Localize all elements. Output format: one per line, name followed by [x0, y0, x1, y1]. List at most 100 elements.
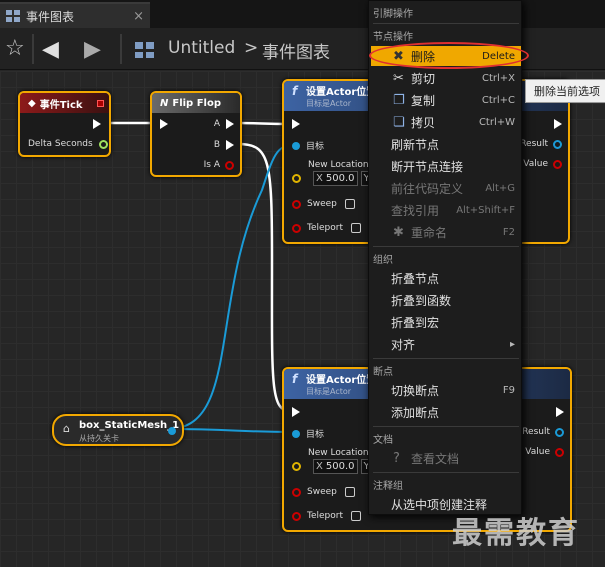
- menu-item-label: 前往代码定义: [391, 181, 464, 196]
- menu-item-delete[interactable]: ✖ 删除 Delete: [371, 46, 521, 66]
- back-arrow-icon[interactable]: ◀: [42, 37, 59, 62]
- menu-item-break-links[interactable]: 断开节点连接: [371, 156, 521, 176]
- menu-item-label: 拷贝: [411, 115, 436, 130]
- return-value-pin[interactable]: n Value: [517, 447, 564, 457]
- menu-divider: [373, 358, 519, 359]
- menu-item-cut[interactable]: ✂ 剪切 Ctrl+X: [371, 68, 521, 88]
- menu-item-toggle-breakpoint[interactable]: 切换断点 F9: [371, 380, 521, 400]
- new-location-pin[interactable]: X 500.0 Y: [292, 171, 371, 186]
- tab-event-graph[interactable]: 事件图表 ×: [0, 2, 150, 28]
- sweep-pin[interactable]: Sweep: [292, 199, 355, 209]
- menu-item-refresh-nodes[interactable]: 刷新节点: [371, 134, 521, 154]
- breadcrumb-root[interactable]: Untitled: [168, 38, 235, 58]
- bool-pin-icon[interactable]: [292, 223, 301, 233]
- struct-pin-icon[interactable]: [555, 427, 564, 437]
- star-icon[interactable]: ☆: [5, 36, 25, 61]
- menu-item-collapse-nodes[interactable]: 折叠节点: [371, 268, 521, 288]
- x-value-input[interactable]: X 500.0: [313, 171, 358, 186]
- actor-icon: ⌂: [63, 422, 70, 435]
- menu-item-copy[interactable]: ❐ 复制 Ctrl+C: [371, 90, 521, 110]
- menu-item-label: 重命名: [411, 225, 448, 240]
- target-pin[interactable]: 目标: [292, 139, 324, 152]
- bool-pin-icon[interactable]: [225, 160, 234, 170]
- menu-item-label: 折叠到宏: [391, 315, 440, 330]
- object-pin-icon[interactable]: [292, 141, 300, 150]
- sweep-checkbox[interactable]: [344, 199, 355, 209]
- bool-pin-icon[interactable]: [553, 159, 562, 169]
- help-icon: ?: [393, 450, 400, 466]
- close-icon[interactable]: ×: [133, 9, 144, 24]
- bool-pin-icon[interactable]: [555, 447, 564, 457]
- menu-item-collapse-to-function[interactable]: 折叠到函数: [371, 290, 521, 310]
- bool-pin-icon[interactable]: [292, 511, 301, 521]
- new-location-pin[interactable]: X 500.0 Y: [292, 459, 371, 474]
- teleport-checkbox[interactable]: [351, 223, 361, 233]
- graph-icon: [6, 10, 20, 22]
- pin-is-a[interactable]: Is A: [204, 160, 234, 170]
- teleport-pin[interactable]: Teleport: [292, 511, 361, 521]
- struct-pin-icon[interactable]: [553, 139, 562, 149]
- pin-label: 目标: [306, 142, 325, 152]
- exec-out-pin[interactable]: [554, 119, 562, 129]
- pin-a[interactable]: A: [214, 119, 234, 129]
- menu-item-view-documentation[interactable]: ? 查看文档: [371, 448, 521, 468]
- menu-item-align[interactable]: 对齐 ▸: [371, 334, 521, 354]
- event-tick-node[interactable]: ◆ 事件Tick Delta Seconds: [18, 91, 111, 157]
- exec-in-pin[interactable]: [160, 119, 168, 129]
- bool-pin-icon[interactable]: [292, 199, 301, 209]
- pin-label: Teleport: [307, 223, 343, 233]
- menu-item-label: 查看文档: [411, 451, 460, 466]
- menu-item-shortcut: Delete: [482, 50, 515, 62]
- tab-label: 事件图表: [26, 9, 75, 24]
- exec-out-pin[interactable]: [556, 407, 564, 417]
- scissors-icon: ✂: [393, 70, 404, 86]
- menu-item-rename[interactable]: ✱ 重命名 F2: [371, 222, 521, 242]
- return-value-pin[interactable]: Value: [523, 159, 562, 169]
- exec-in-pin[interactable]: [292, 119, 300, 129]
- teleport-pin[interactable]: Teleport: [292, 223, 361, 233]
- menu-item-find-references[interactable]: 查找引用 Alt+Shift+F: [371, 200, 521, 220]
- target-pin[interactable]: 目标: [292, 427, 324, 440]
- x-value-input[interactable]: X 500.0: [313, 459, 358, 474]
- bool-pin-icon[interactable]: [292, 487, 301, 497]
- float-pin-icon[interactable]: [98, 139, 108, 149]
- tooltip: 删除当前选项: [525, 79, 605, 103]
- section-header: 断点: [373, 367, 393, 378]
- menu-item-goto-definition[interactable]: 前往代码定义 Alt+G: [371, 178, 521, 198]
- menu-item-label: 复制: [411, 93, 436, 108]
- copy-icon: ❐: [393, 92, 405, 108]
- breadcrumb-current[interactable]: 事件图表: [262, 38, 330, 63]
- pin-label: Is A: [203, 160, 220, 170]
- pin-label: B: [213, 140, 220, 150]
- vector-pin-icon[interactable]: [292, 174, 301, 183]
- static-mesh-node[interactable]: ⌂ box_StaticMesh_1 从持久关卡: [52, 414, 184, 446]
- vector-pin-icon[interactable]: [292, 462, 301, 471]
- menu-item-add-breakpoint[interactable]: 添加断点: [371, 402, 521, 422]
- context-menu: 引脚操作 节点操作 ✖ 删除 Delete ✂ 剪切 Ctrl+X ❐ 复制 C…: [368, 0, 522, 515]
- delta-seconds-pin[interactable]: Delta Seconds: [28, 139, 108, 149]
- menu-item-label: 查找引用: [391, 203, 440, 218]
- menu-item-collapse-to-macro[interactable]: 折叠到宏: [371, 312, 521, 332]
- section-header: 引脚操作: [373, 9, 413, 20]
- new-location-label: New Location: [308, 448, 369, 458]
- sweep-pin[interactable]: Sweep: [292, 487, 355, 497]
- object-pin-icon[interactable]: [292, 429, 300, 438]
- pin-label: Result: [520, 139, 548, 149]
- exec-in-pin[interactable]: [292, 407, 300, 417]
- result-pin[interactable]: Result: [520, 139, 562, 149]
- menu-item-label: 折叠到函数: [391, 293, 452, 308]
- exec-out-pin[interactable]: [93, 119, 101, 129]
- pin-label: Sweep: [307, 487, 337, 497]
- node-header: N Flip Flop: [152, 93, 240, 113]
- object-pin-icon[interactable]: [168, 427, 176, 435]
- teleport-checkbox[interactable]: [351, 511, 361, 521]
- delegate-pin-icon[interactable]: [97, 99, 104, 107]
- flip-flop-node[interactable]: N Flip Flop A B Is A: [150, 91, 242, 177]
- sweep-checkbox[interactable]: [344, 487, 355, 497]
- divider: [32, 34, 34, 64]
- menu-item-duplicate[interactable]: ❏ 拷贝 Ctrl+W: [371, 112, 521, 132]
- x-value: 500.0: [325, 173, 355, 184]
- pin-b[interactable]: B: [214, 140, 234, 150]
- menu-item-label: 断开节点连接: [391, 159, 464, 174]
- forward-arrow-icon[interactable]: ▶: [84, 37, 101, 62]
